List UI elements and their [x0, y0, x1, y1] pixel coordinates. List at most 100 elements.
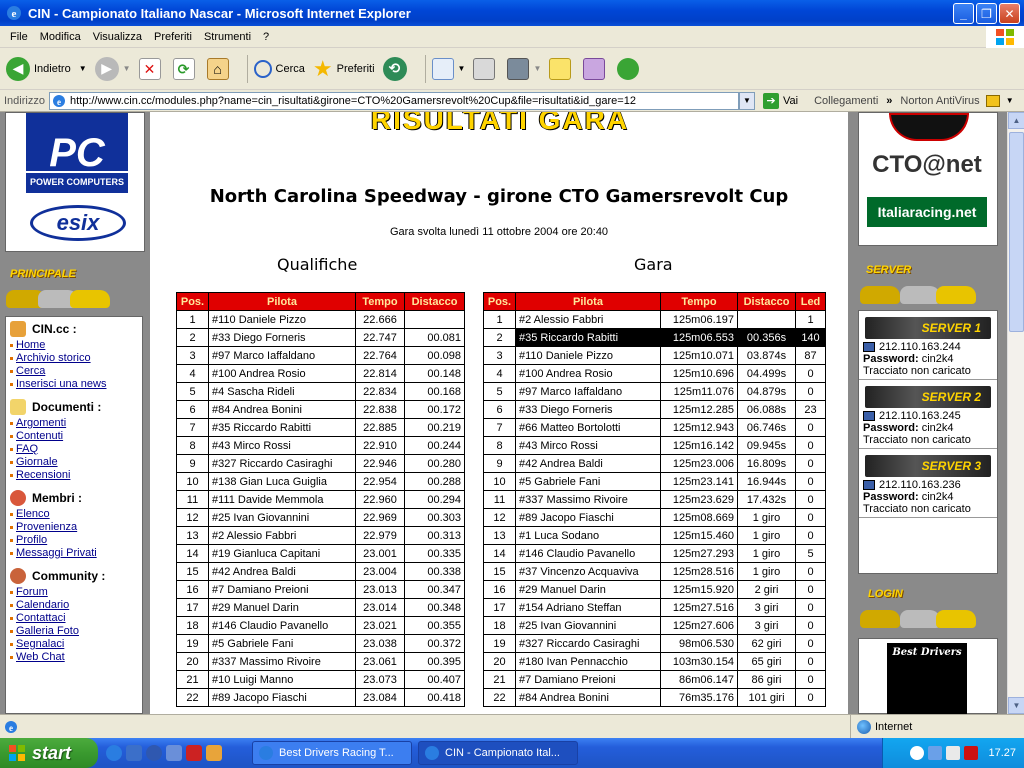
esix-logo[interactable]: esix [30, 205, 126, 241]
table-cell: #111 Davide Memmola [208, 490, 356, 509]
menu-edit[interactable]: Modifica [34, 31, 87, 43]
taskbar-item-cin[interactable]: CIN - Campionato Ital... [418, 741, 578, 765]
taskbar-item-best-drivers[interactable]: Best Drivers Racing T... [252, 741, 412, 765]
media-player-quicklaunch-icon[interactable] [146, 745, 162, 761]
table-cell: 0 [795, 598, 826, 617]
maximize-button[interactable]: ❐ [976, 3, 997, 24]
table-cell: 0 [795, 436, 826, 455]
nav-link-content[interactable]: Contenuti [10, 430, 138, 443]
go-button[interactable]: ➔ Vai [762, 92, 798, 109]
chevron-down-icon[interactable]: ▼ [1006, 96, 1014, 105]
italiaracing-logo[interactable]: Italiaracing.net [867, 197, 987, 227]
computer-icon [863, 411, 875, 421]
volume-icon[interactable] [946, 746, 961, 760]
nav-link-submit-news[interactable]: Inserisci una news [10, 378, 138, 391]
home-button[interactable]: ⌂ [206, 57, 233, 80]
table-cell: 125m27.516 [660, 598, 738, 617]
close-button[interactable]: ✕ [999, 3, 1020, 24]
table-row: 2 #35 Riccardo Rabitti 125m06.553 00.356s 14… [483, 328, 826, 347]
nav-link-archive[interactable]: Archivio storico [10, 352, 138, 365]
nav-link-web-chat[interactable]: Web Chat [10, 651, 138, 664]
app-quicklaunch-icon[interactable] [186, 745, 202, 761]
menu-tools[interactable]: Strumenti [198, 31, 257, 43]
research-button[interactable] [583, 57, 609, 80]
table-cell: #146 Claudio Pavanello [208, 616, 356, 635]
vertical-scrollbar[interactable]: ▲ ▼ [1007, 112, 1024, 714]
search-button[interactable]: Cerca [253, 59, 305, 78]
norton-toolbar[interactable]: Norton AntiVirus [900, 95, 979, 107]
menu-file[interactable]: File [4, 31, 34, 43]
scroll-down-button[interactable]: ▼ [1008, 697, 1024, 714]
refresh-button[interactable]: ⟳ [172, 57, 199, 80]
menu-view[interactable]: Visualizza [87, 31, 148, 43]
search-icon [253, 59, 272, 78]
nav-link-forum[interactable]: Forum [10, 586, 138, 599]
nav-link-home[interactable]: Home [10, 339, 138, 352]
login-banner[interactable]: LOGIN [860, 584, 998, 630]
nav-link-report[interactable]: Segnalaci [10, 638, 138, 651]
nav-link-list[interactable]: Elenco [10, 508, 138, 521]
nav-link-origin[interactable]: Provenienza [10, 521, 138, 534]
chevron-down-icon: ▼ [78, 64, 87, 73]
nav-link-reviews[interactable]: Recensioni [10, 469, 138, 482]
network-icon[interactable] [928, 746, 943, 760]
discuss-button[interactable] [549, 57, 575, 80]
tool-quicklaunch-icon[interactable] [206, 745, 222, 761]
outlook-quicklaunch-icon[interactable] [126, 745, 142, 761]
chevron-right-icon[interactable]: » [886, 95, 892, 107]
table-cell: #337 Massimo Rivoire [515, 490, 661, 509]
minimize-button[interactable]: _ [953, 3, 974, 24]
favorites-button[interactable]: ★ Preferiti [313, 56, 375, 82]
norton-icon[interactable] [985, 94, 1000, 107]
menu-help[interactable]: ? [257, 31, 275, 43]
security-zone: Internet [850, 715, 912, 739]
messenger-quicklaunch-icon[interactable] [166, 745, 182, 761]
table-cell: 00.355 [404, 616, 465, 635]
menu-favorites[interactable]: Preferiti [148, 31, 198, 43]
nav-link-faq[interactable]: FAQ [10, 443, 138, 456]
scroll-up-button[interactable]: ▲ [1008, 112, 1024, 129]
stop-button[interactable]: ✕ [138, 57, 165, 80]
servers-box: SERVER 1 212.110.163.244 Password: cin2k… [858, 310, 998, 574]
home-icon: ⌂ [206, 57, 229, 80]
table-cell: 5 [795, 544, 826, 563]
nav-link-private-messages[interactable]: Messaggi Privati [10, 547, 138, 560]
edit-button[interactable]: ▼ [507, 57, 542, 80]
ie-quicklaunch-icon[interactable] [106, 745, 122, 761]
best-drivers-logo[interactable]: Best Drivers [887, 643, 967, 714]
nav-link-photo-gallery[interactable]: Galleria Foto [10, 625, 138, 638]
table-cell: 5 [176, 382, 209, 401]
links-toolbar[interactable]: Collegamenti [814, 95, 878, 107]
table-cell: #110 Daniele Pizzo [515, 346, 661, 365]
table-cell: 125m27.293 [660, 544, 738, 563]
tray-expand-icon[interactable] [910, 746, 925, 760]
chevron-down-icon: ▼ [533, 64, 542, 73]
nav-link-calendar[interactable]: Calendario [10, 599, 138, 612]
table-cell: #2 Alessio Fabbri [515, 310, 661, 329]
nav-link-journal[interactable]: Giornale [10, 456, 138, 469]
messenger-button[interactable] [617, 57, 643, 80]
address-dropdown-button[interactable]: ▼ [738, 91, 755, 110]
history-button[interactable]: ⟲ [382, 56, 411, 81]
nav-link-topics[interactable]: Argomenti [10, 417, 138, 430]
antivirus-icon[interactable] [964, 746, 979, 760]
scroll-thumb[interactable] [1009, 132, 1024, 332]
cto-logo[interactable]: CTO@net [867, 143, 987, 187]
print-button[interactable] [473, 57, 499, 80]
mail-button[interactable]: ▼ [431, 57, 465, 80]
nav-link-contact[interactable]: Contattaci [10, 612, 138, 625]
back-button[interactable]: ◀ Indietro ▼ [6, 56, 87, 81]
table-cell: 00.338 [404, 562, 465, 581]
forward-button[interactable]: ▶ ▼ [94, 56, 131, 81]
start-button[interactable]: start [0, 738, 98, 768]
gaming-provider-logo[interactable] [889, 113, 969, 141]
table-cell: 125m23.006 [660, 454, 738, 473]
mail-icon [431, 57, 454, 80]
table-cell: 03.874s [737, 346, 796, 365]
right-column: CTO@net Italiaracing.net SERVER SERVER 1… [848, 112, 1007, 714]
svg-text:e: e [12, 8, 17, 20]
address-input[interactable] [48, 91, 739, 110]
table-cell: 15 [176, 562, 209, 581]
nav-link-search[interactable]: Cerca [10, 365, 138, 378]
nav-link-profile[interactable]: Profilo [10, 534, 138, 547]
